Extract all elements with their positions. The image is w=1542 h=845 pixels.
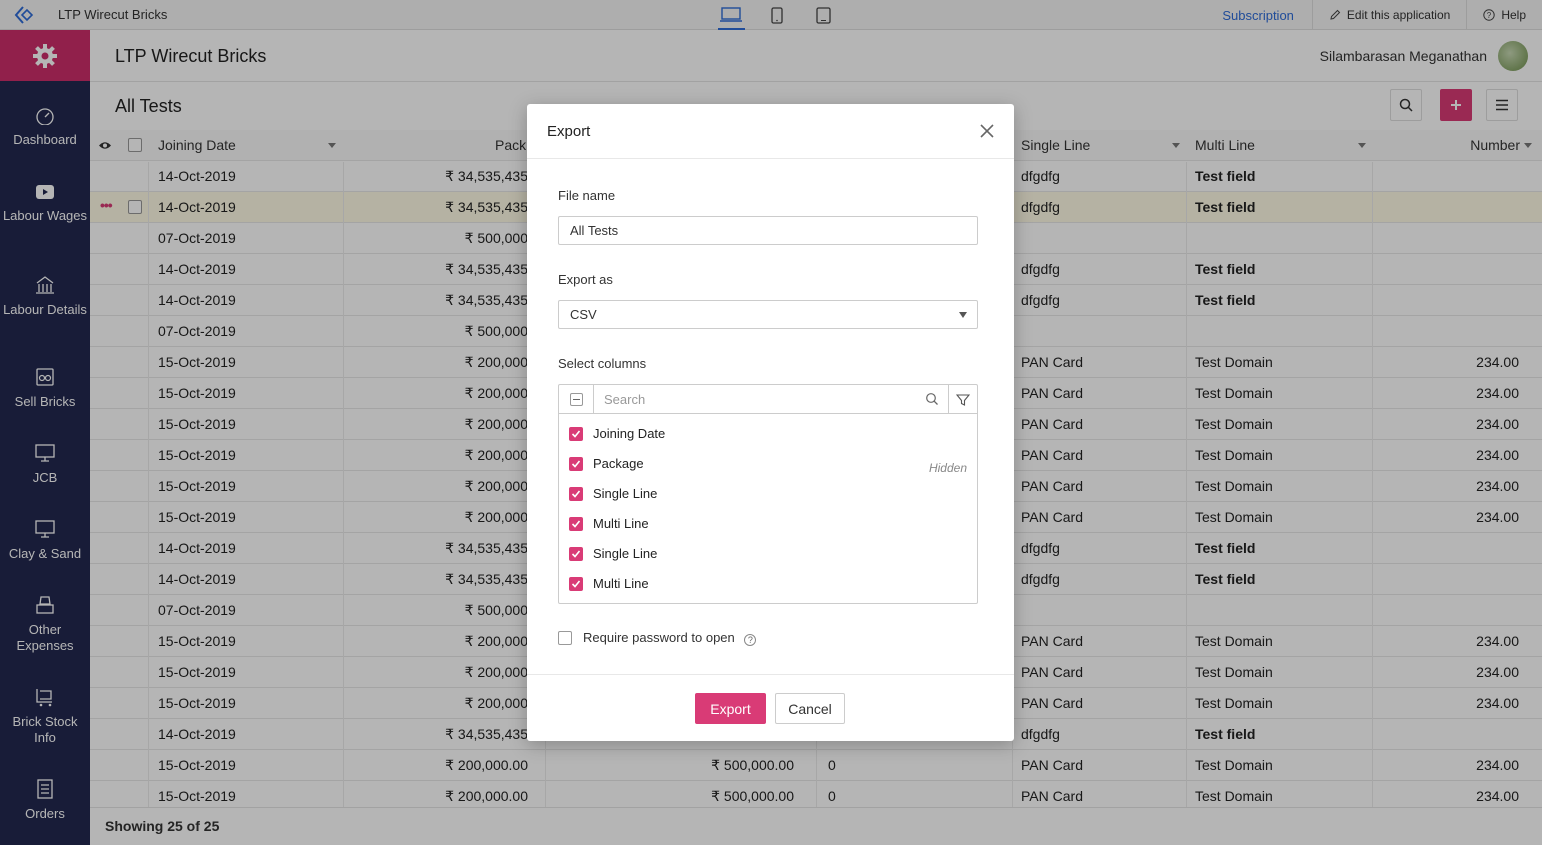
checkbox-checked-icon[interactable] [569, 577, 583, 591]
chevron-down-icon [959, 312, 967, 318]
file-name-field[interactable]: All Tests [558, 216, 978, 245]
column-option-label: Single Line [593, 546, 658, 561]
export-as-label: Export as [558, 272, 613, 287]
column-search-input[interactable]: Search [604, 392, 645, 407]
deselect-all-checkbox[interactable] [559, 385, 594, 414]
require-password-checkbox[interactable] [558, 631, 572, 645]
column-option[interactable]: Single Line [569, 484, 657, 504]
column-option-label: Joining Date [593, 426, 666, 441]
column-option[interactable]: Joining Date [569, 424, 665, 444]
export-dialog-title: Export [547, 123, 591, 140]
column-option[interactable]: Single Line [569, 544, 657, 564]
export-dialog-header: Export [527, 104, 1014, 159]
search-icon[interactable] [925, 392, 939, 409]
select-columns-label: Select columns [558, 356, 647, 371]
export-dialog: Export File name All Tests Export as CSV… [527, 104, 1014, 741]
checkbox-checked-icon[interactable] [569, 517, 583, 531]
column-option-label: Package [593, 456, 644, 471]
column-option-label: Multi Line [593, 516, 649, 531]
require-password-label: Require password to open [583, 630, 735, 645]
file-name-label: File name [558, 188, 616, 203]
hidden-tag: Hidden [928, 461, 967, 475]
cancel-button[interactable]: Cancel [775, 693, 845, 724]
checkbox-checked-icon[interactable] [569, 487, 583, 501]
column-option[interactable]: Package [569, 454, 644, 474]
filter-icon[interactable] [948, 385, 977, 414]
checkbox-checked-icon[interactable] [569, 427, 583, 441]
help-icon[interactable]: ? [744, 634, 757, 646]
close-icon[interactable] [978, 122, 996, 140]
export-format-value: CSV [570, 307, 597, 322]
checkbox-checked-icon[interactable] [569, 547, 583, 561]
column-option[interactable]: Multi Line [569, 574, 649, 594]
export-format-select[interactable]: CSV [558, 300, 978, 329]
column-option-label: Single Line [593, 486, 658, 501]
column-option-label: Multi Line [593, 576, 649, 591]
checkbox-checked-icon[interactable] [569, 457, 583, 471]
export-dialog-footer: Export Cancel [527, 674, 1014, 741]
column-search-bar: Search [559, 385, 977, 414]
column-option[interactable]: Multi Line [569, 514, 649, 534]
column-selector: Search Hidden Joining Date Package Single … [558, 384, 978, 604]
export-button[interactable]: Export [695, 693, 766, 724]
require-password-option[interactable]: Require password to open ? [558, 630, 757, 646]
